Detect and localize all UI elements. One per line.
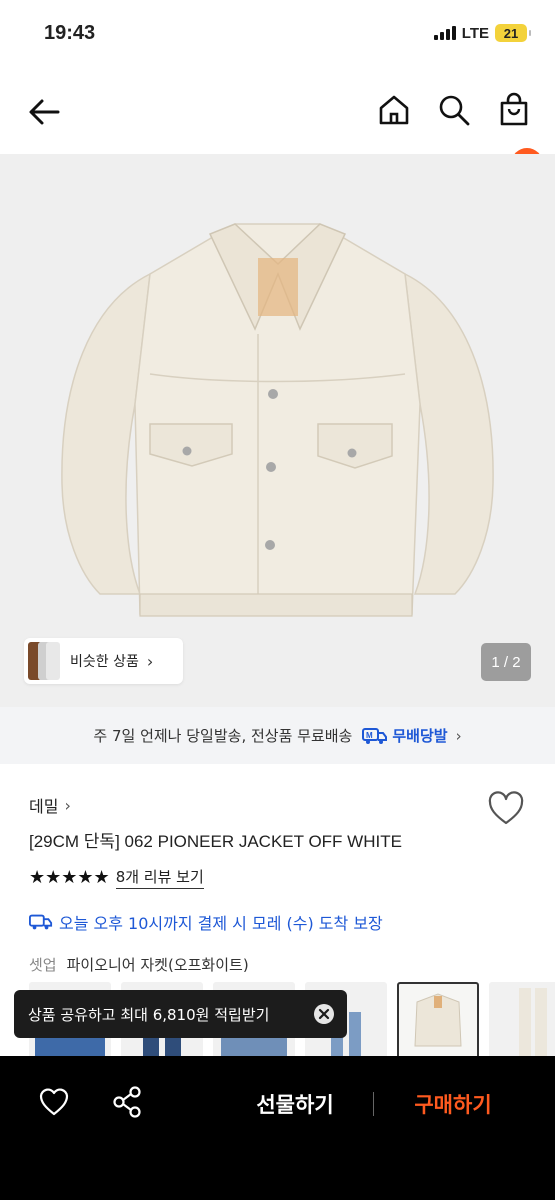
similar-thumbnails <box>24 638 60 684</box>
free-shipping-label: 무배당발 <box>392 727 448 745</box>
bottom-action-bar: 선물하기 구매하기 <box>0 1056 555 1200</box>
search-icon <box>439 95 470 126</box>
setup-key: 셋업 <box>29 956 57 974</box>
battery-level: 21 <box>503 25 519 41</box>
arrival-text: 오늘 오후 10시까지 결제 시 모레 (수) 도착 보장 <box>59 914 383 933</box>
jacket-image <box>61 223 494 617</box>
rating-stars: ★★★★★ <box>29 867 110 888</box>
truck-icon: M <box>362 727 388 744</box>
buy-button[interactable]: 구매하기 <box>390 1084 516 1124</box>
product-title: [29CM 단독] 062 PIONEER JACKET OFF WHITE <box>29 832 402 851</box>
truck-icon <box>29 914 53 930</box>
status-time: 19:43 <box>44 22 96 44</box>
status-bar: 19:43 LTE 21 <box>0 0 555 70</box>
delivery-text: 주 7일 언제나 당일발송, 전상품 무료배송 <box>93 727 353 745</box>
review-link[interactable]: 8개 리뷰 보기 <box>115 866 204 889</box>
chevron-right-icon: › <box>64 795 71 815</box>
product-image-carousel[interactable]: 비슷한 상품 › 1 / 2 <box>0 154 555 707</box>
toast-close-button[interactable] <box>313 1003 335 1025</box>
rating-row: ★★★★★ 8개 리뷰 보기 <box>29 866 204 889</box>
share-reward-toast: 상품 공유하고 최대 6,810원 적립받기 <box>14 990 347 1038</box>
image-page-indicator: 1 / 2 <box>481 643 531 681</box>
signal-icon <box>433 26 456 40</box>
setup-thumbnail[interactable] <box>489 982 555 1060</box>
home-icon <box>379 95 409 125</box>
similar-products-label: 비슷한 상품 <box>70 654 139 670</box>
setup-row: 셋업 파이오니어 자켓(오프화이트) <box>29 954 249 975</box>
battery-icon: 21 <box>495 24 531 42</box>
heart-icon <box>39 1088 69 1116</box>
status-indicators: LTE 21 <box>433 24 531 42</box>
brand-link[interactable]: 데밀 › <box>29 793 71 817</box>
bottom-wishlist-button[interactable] <box>38 1086 70 1118</box>
delivery-banner[interactable]: 주 7일 언제나 당일발송, 전상품 무료배송 M 무배당발 › <box>0 707 555 764</box>
setup-thumbnail-selected[interactable] <box>397 982 479 1060</box>
heart-icon <box>488 791 524 825</box>
search-button[interactable] <box>436 92 472 128</box>
gift-button[interactable]: 선물하기 <box>232 1084 358 1124</box>
brand-name: 데밀 <box>29 797 59 816</box>
similar-products-button[interactable]: 비슷한 상품 › <box>24 638 183 684</box>
back-arrow-icon <box>29 99 60 125</box>
wishlist-button[interactable] <box>487 791 525 827</box>
arrival-guarantee: 오늘 오후 10시까지 결제 시 모레 (수) 도착 보장 <box>29 910 383 934</box>
cart-button[interactable] <box>496 92 532 128</box>
divider <box>373 1092 374 1116</box>
back-button[interactable] <box>24 92 64 132</box>
shopping-bag-icon <box>500 92 528 126</box>
chevron-right-icon: › <box>455 726 462 745</box>
share-button[interactable] <box>111 1085 143 1119</box>
network-label: LTE <box>461 24 489 42</box>
share-icon <box>113 1086 141 1118</box>
free-shipping-badge: M 무배당발 <box>362 725 448 746</box>
chevron-right-icon: › <box>146 651 154 671</box>
close-icon <box>314 1004 334 1024</box>
svg-text:M: M <box>366 731 373 740</box>
toast-text: 상품 공유하고 최대 6,810원 적립받기 <box>28 1005 270 1024</box>
top-nav: 4 <box>0 70 555 180</box>
home-button[interactable] <box>376 92 412 128</box>
setup-value: 파이오니어 자켓(오프화이트) <box>66 956 249 974</box>
